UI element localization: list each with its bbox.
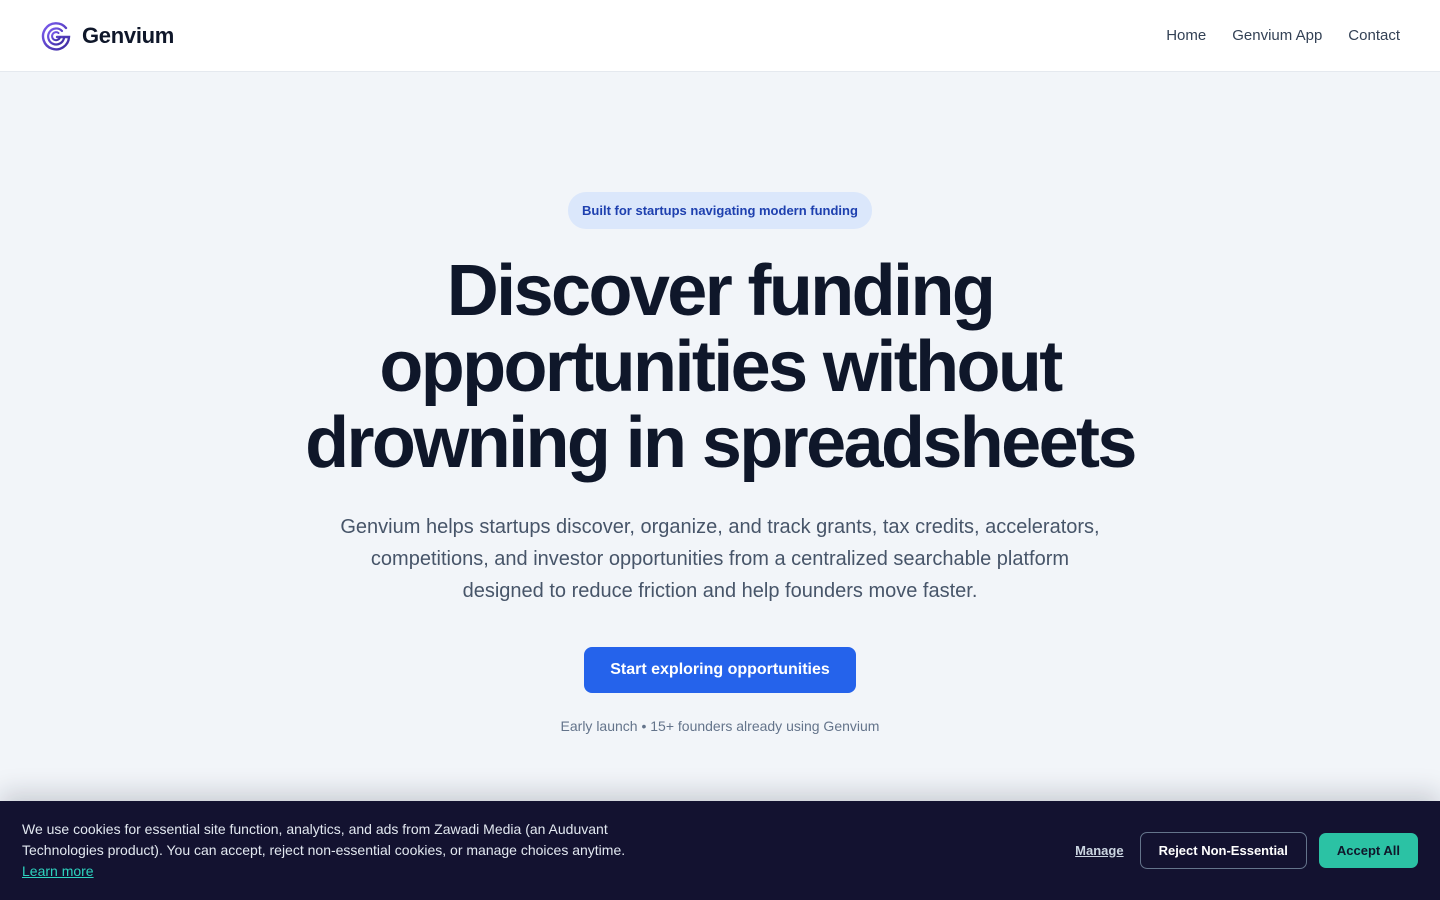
nav-home-link[interactable]: Home bbox=[1166, 27, 1206, 44]
genvium-logo-icon bbox=[41, 21, 71, 50]
hero-headline: Discover funding opportunities without d… bbox=[305, 251, 1137, 483]
nav-contact-link[interactable]: Contact bbox=[1348, 27, 1400, 44]
brand[interactable]: Genvium bbox=[40, 20, 174, 52]
nav-genvium-app-link[interactable]: Genvium App bbox=[1232, 27, 1322, 44]
cookie-text: We use cookies for essential site functi… bbox=[22, 821, 626, 858]
hero-subtext: Genvium helps startups discover, organiz… bbox=[340, 516, 1100, 602]
cookie-message: We use cookies for essential site functi… bbox=[22, 819, 662, 882]
hero-section: Built for startups navigating modern fun… bbox=[0, 72, 1440, 734]
start-exploring-button[interactable]: Start exploring opportunities bbox=[584, 647, 856, 693]
manage-cookies-link[interactable]: Manage bbox=[1075, 843, 1123, 858]
hero-badge: Built for startups navigating modern fun… bbox=[568, 192, 872, 229]
site-header: Genvium Home Genvium App Contact bbox=[0, 0, 1440, 72]
early-launch-note: Early launch • 15+ founders already usin… bbox=[560, 718, 880, 734]
accept-all-button[interactable]: Accept All bbox=[1318, 833, 1418, 868]
brand-name: Genvium bbox=[82, 22, 175, 48]
learn-more-link[interactable]: Learn more bbox=[22, 863, 94, 879]
cookie-banner: We use cookies for essential site functi… bbox=[0, 801, 1440, 900]
cookie-actions: Manage Reject Non-Essential Accept All bbox=[1075, 832, 1418, 869]
main-nav: Home Genvium App Contact bbox=[1166, 27, 1400, 44]
reject-non-essential-button[interactable]: Reject Non-Essential bbox=[1139, 832, 1307, 869]
